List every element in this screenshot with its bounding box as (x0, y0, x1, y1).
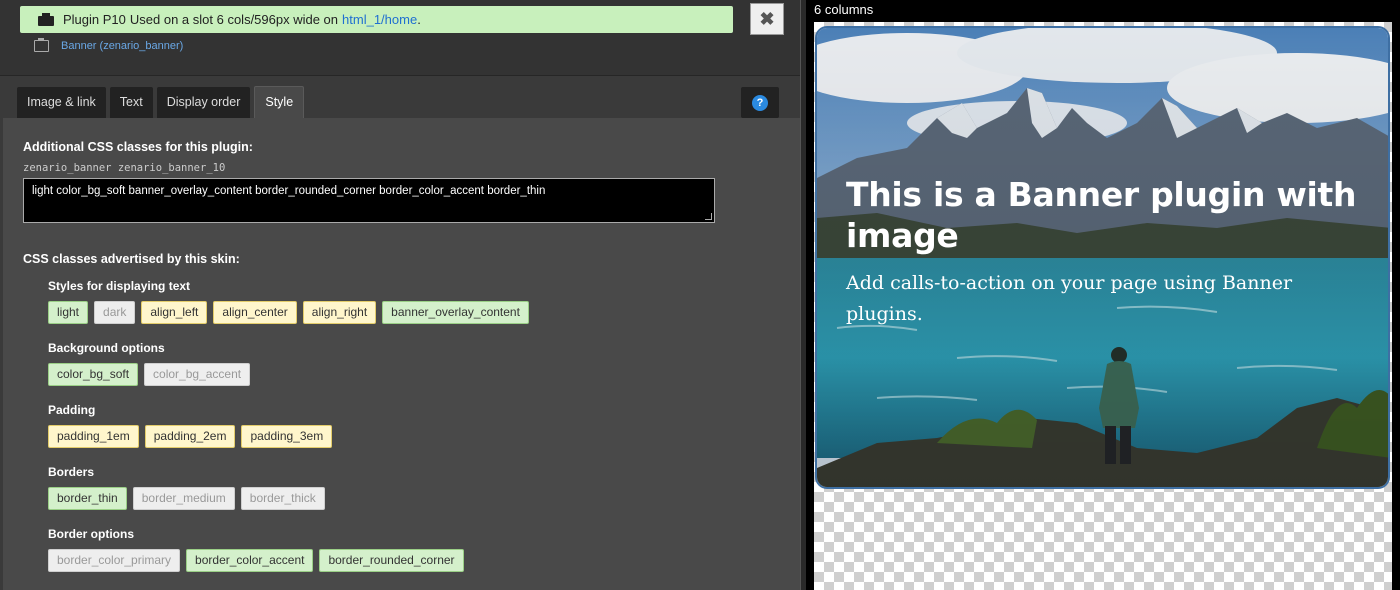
css-classes-value: light color_bg_soft banner_overlay_conte… (32, 185, 546, 197)
group-title-border-options: Border options (48, 527, 134, 541)
tab-text[interactable]: Text (109, 87, 153, 118)
tag-group-padding: padding_1em padding_2em padding_3em (48, 425, 333, 448)
help-icon: ? (752, 94, 768, 111)
plugin-id: Plugin P10 (63, 12, 126, 27)
preview-pane: 6 columns This is a Banner plugin with i… (806, 0, 1400, 590)
slot-info: Used on a slot 6 cols/596px wide on (129, 12, 339, 27)
module-name: Banner (zenario_banner) (61, 40, 184, 52)
banner-text: Add calls-to-action on your page using B… (846, 272, 1293, 325)
tab-display-order[interactable]: Display order (156, 87, 251, 118)
tag-border-medium[interactable]: border_medium (132, 487, 235, 510)
group-title-borders: Borders (48, 465, 95, 479)
resize-handle[interactable] (705, 213, 712, 220)
tag-light[interactable]: light (48, 301, 89, 324)
base-css-classes: zenario_banner zenario_banner_10 (23, 162, 226, 174)
tag-group-borders: border_thin border_medium border_thick (48, 487, 325, 510)
group-title-padding: Padding (48, 403, 96, 417)
module-link[interactable]: Banner (zenario_banner) (34, 38, 184, 52)
tag-border-color-accent[interactable]: border_color_accent (186, 549, 314, 572)
tag-padding-1em[interactable]: padding_1em (48, 425, 139, 448)
tag-border-color-primary[interactable]: border_color_primary (48, 549, 181, 572)
tag-color-bg-accent[interactable]: color_bg_accent (144, 363, 251, 386)
tab-image-link[interactable]: Image & link (17, 87, 106, 118)
style-form: Additional CSS classes for this plugin: … (3, 118, 800, 590)
tab-style[interactable]: Style (254, 86, 305, 119)
page-link[interactable]: html_1/home (342, 12, 417, 27)
tag-group-border-options: border_color_primary border_color_accent… (48, 549, 464, 572)
group-title-background: Background options (48, 341, 165, 355)
plugin-info-bar: Plugin P10 Used on a slot 6 cols/596px w… (20, 6, 733, 33)
css-classes-input[interactable]: light color_bg_soft banner_overlay_conte… (23, 178, 715, 223)
tag-align-center[interactable]: align_center (213, 301, 297, 324)
tag-border-thick[interactable]: border_thick (240, 487, 325, 510)
panel-header: Plugin P10 Used on a slot 6 cols/596px w… (0, 0, 800, 76)
banner-plugin[interactable]: This is a Banner plugin with image Add c… (815, 26, 1390, 489)
tag-border-rounded-corner[interactable]: border_rounded_corner (319, 549, 464, 572)
tag-align-right[interactable]: align_right (302, 301, 377, 324)
module-icon (34, 38, 49, 52)
tab-bar: Image & link Text Display order Style (17, 86, 305, 119)
advertised-css-label: CSS classes advertised by this skin: (23, 252, 240, 266)
columns-label: 6 columns (814, 2, 874, 17)
plugin-icon (38, 13, 54, 26)
tag-padding-3em[interactable]: padding_3em (241, 425, 333, 448)
tag-color-bg-soft[interactable]: color_bg_soft (48, 363, 139, 386)
tag-dark[interactable]: dark (94, 301, 136, 324)
preview-scrollbar[interactable] (1392, 0, 1400, 590)
banner-title: This is a Banner plugin with image (846, 175, 1357, 255)
tag-padding-2em[interactable]: padding_2em (144, 425, 236, 448)
plugin-settings-panel: Plugin P10 Used on a slot 6 cols/596px w… (0, 0, 800, 590)
tag-group-background: color_bg_soft color_bg_accent (48, 363, 251, 386)
banner-image (817, 28, 1388, 487)
tag-group-text-styles: light dark align_left align_center align… (48, 301, 529, 324)
help-button[interactable]: ? (741, 87, 779, 118)
tag-align-left[interactable]: align_left (141, 301, 208, 324)
additional-css-label: Additional CSS classes for this plugin: (23, 140, 253, 154)
close-button[interactable]: ✖ (750, 3, 784, 35)
group-title-text-styles: Styles for displaying text (48, 279, 191, 293)
tag-banner-overlay-content[interactable]: banner_overlay_content (382, 301, 529, 324)
tag-border-thin[interactable]: border_thin (48, 487, 127, 510)
